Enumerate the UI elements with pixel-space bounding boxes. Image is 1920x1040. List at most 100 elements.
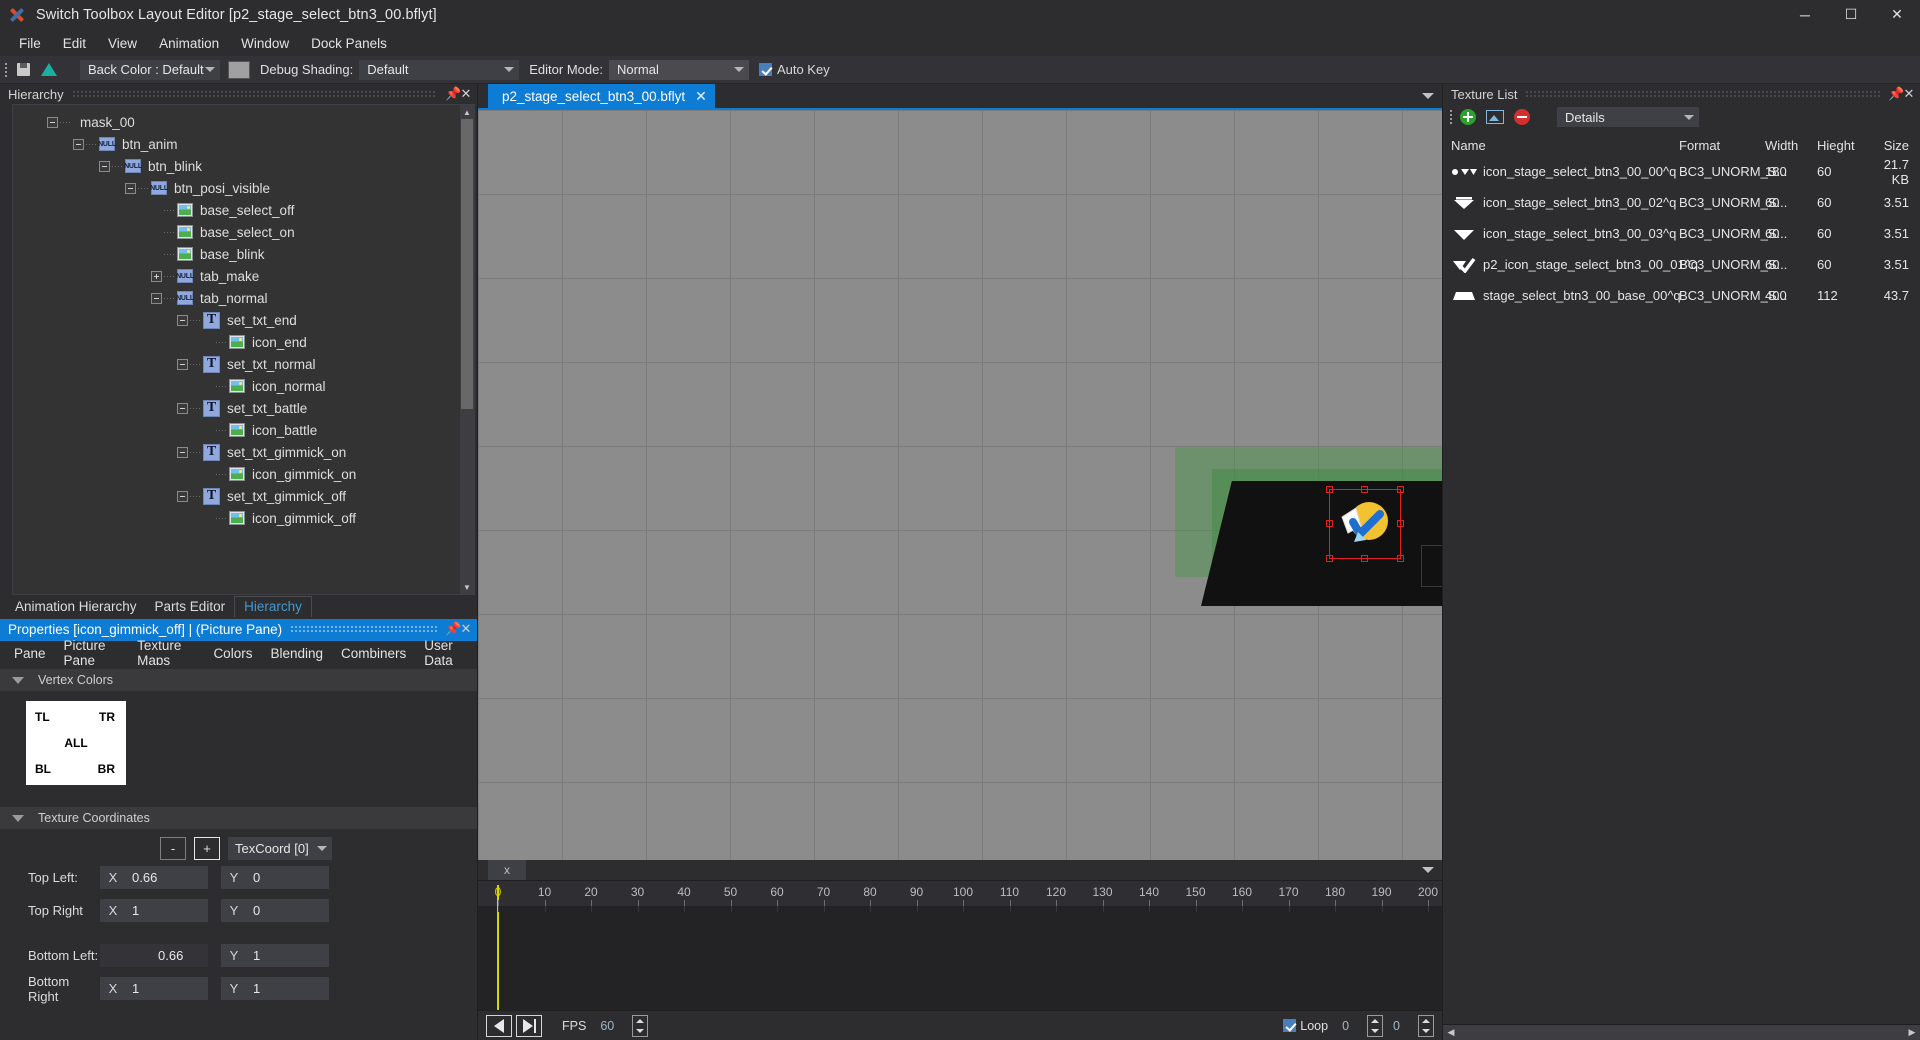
texcoord-remove-button[interactable]: - [160,837,186,860]
scroll-down-icon[interactable]: ▼ [460,580,474,594]
texcoord-x-field[interactable]: X0.66 [100,866,208,889]
column-size[interactable]: Size [1867,138,1915,153]
remove-texture-icon[interactable] [1514,109,1530,125]
resize-handle-ne[interactable] [1397,486,1404,493]
texture-row[interactable]: icon_stage_select_btn3_00_03^qBC3_UNORM_… [1443,218,1920,249]
tree-node-icon_normal[interactable]: icon_normal [13,375,474,397]
tree-node-set_txt_battle[interactable]: Tset_txt_battle [13,397,474,419]
texture-row[interactable]: icon_stage_select_btn3_00_00^qBC3_UNORM_… [1443,156,1920,187]
back-color-swatch[interactable] [228,61,250,79]
column-format[interactable]: Format [1671,138,1757,153]
tree-node-icon_gimmick_on[interactable]: icon_gimmick_on [13,463,474,485]
auto-key-checkbox[interactable]: Auto Key [759,62,830,77]
timeline-ruler[interactable]: 0102030405060708090100110120130140150160… [478,880,1442,906]
hierarchy-scrollbar[interactable]: ▲ ▼ [460,105,474,594]
save-icon[interactable] [12,59,34,81]
layout-viewport[interactable] [478,108,1442,860]
tree-node-btn_posi_visible[interactable]: NULLbtn_posi_visible [13,177,474,199]
tree-node-btn_blink[interactable]: NULLbtn_blink [13,155,474,177]
texcoord-add-button[interactable]: + [194,837,220,860]
collapse-icon[interactable] [99,161,110,172]
back-color-dropdown[interactable]: Back Color : Default [80,60,220,80]
expand-icon[interactable] [151,271,162,282]
pin-shape-icon[interactable] [38,59,60,81]
scroll-up-icon[interactable]: ▲ [460,105,474,119]
menu-file[interactable]: File [8,32,52,55]
texture-row[interactable]: p2_icon_stage_select_btn3_00_01^qBC3_UNO… [1443,249,1920,280]
ptab-colors[interactable]: Colors [204,643,261,664]
close-icon[interactable]: ✕ [1902,86,1916,102]
ptab-blending[interactable]: Blending [261,643,332,664]
texcoord-x-field[interactable]: 0.66 [100,944,208,967]
tree-node-mask_00[interactable]: mask_00 [13,111,474,133]
resize-handle-s[interactable] [1361,555,1368,562]
toolbar-grip[interactable] [1447,107,1455,127]
vertex-color-tl[interactable]: TL [35,710,50,724]
minimize-button[interactable]: ─ [1782,0,1828,30]
loop-start-spinner[interactable] [1367,1015,1383,1037]
collapse-icon[interactable] [177,403,188,414]
tree-node-set_txt_end[interactable]: Tset_txt_end [13,309,474,331]
texcoord-y-field[interactable]: Y1 [221,944,329,967]
texture-row[interactable]: stage_select_btn3_00_base_00^qBC3_UNORM_… [1443,280,1920,311]
column-name[interactable]: Name [1443,138,1671,153]
menu-dock-panels[interactable]: Dock Panels [300,32,398,55]
collapse-icon[interactable] [177,315,188,326]
texcoord-x-field[interactable]: X1 [100,977,208,1000]
menu-animation[interactable]: Animation [148,32,230,55]
vertex-color-all[interactable]: ALL [64,736,87,750]
loop-start-value[interactable]: 0 [1342,1019,1349,1033]
texcoord-y-field[interactable]: Y1 [221,977,329,1000]
resize-handle-sw[interactable] [1326,555,1333,562]
column-width[interactable]: Width [1757,138,1809,153]
texture-coordinates-section-header[interactable]: Texture Coordinates [0,807,477,829]
collapse-icon[interactable] [151,293,162,304]
fps-spinner[interactable] [632,1015,648,1037]
pin-icon[interactable]: 📌 [445,86,459,102]
texture-row[interactable]: icon_stage_select_btn3_00_02^qBC3_UNORM_… [1443,187,1920,218]
fps-value[interactable]: 60 [600,1019,614,1033]
vertex-colors-grid[interactable]: TL TR ALL BL BR [26,701,126,785]
tree-node-icon_end[interactable]: icon_end [13,331,474,353]
debug-shading-dropdown[interactable]: Default [359,60,519,80]
tree-node-set_txt_gimmick_on[interactable]: Tset_txt_gimmick_on [13,441,474,463]
loop-end-spinner[interactable] [1418,1015,1434,1037]
menu-view[interactable]: View [97,32,148,55]
tree-node-btn_anim[interactable]: NULLbtn_anim [13,133,474,155]
scroll-track[interactable] [1459,1025,1904,1040]
texture-list-hscrollbar[interactable]: ◀ ▶ [1443,1024,1920,1040]
vertex-color-br[interactable]: BR [98,762,115,776]
tree-node-tab_make[interactable]: NULLtab_make [13,265,474,287]
vertex-colors-section-header[interactable]: Vertex Colors [0,669,477,691]
tree-node-icon_gimmick_off[interactable]: icon_gimmick_off [13,507,474,529]
prev-frame-button[interactable] [486,1015,512,1037]
tab-parts-editor[interactable]: Parts Editor [146,597,235,617]
replace-texture-icon[interactable] [1486,110,1504,124]
close-icon[interactable]: ✕ [459,86,473,102]
toolbar-grip[interactable] [2,60,10,80]
close-button[interactable]: ✕ [1874,0,1920,30]
tree-node-set_txt_normal[interactable]: Tset_txt_normal [13,353,474,375]
resize-handle-se[interactable] [1397,555,1404,562]
selection-box[interactable] [1329,489,1401,559]
resize-handle-n[interactable] [1361,486,1368,493]
resize-handle-nw[interactable] [1326,486,1333,493]
maximize-button[interactable]: ☐ [1828,0,1874,30]
chevron-down-icon[interactable] [1422,867,1434,873]
timeline-tab[interactable]: x [488,860,526,880]
texcoord-y-field[interactable]: Y0 [221,899,329,922]
tree-node-set_txt_gimmick_off[interactable]: Tset_txt_gimmick_off [13,485,474,507]
collapse-icon[interactable] [125,183,136,194]
hierarchy-tree[interactable]: mask_00NULLbtn_animNULLbtn_blinkNULLbtn_… [12,104,475,595]
next-frame-button[interactable] [516,1015,542,1037]
tree-node-tab_normal[interactable]: NULLtab_normal [13,287,474,309]
ptab-pane[interactable]: Pane [5,643,55,664]
collapse-icon[interactable] [47,117,58,128]
collapse-icon[interactable] [177,447,188,458]
scroll-right-icon[interactable]: ▶ [1904,1027,1920,1038]
tree-node-base_select_on[interactable]: base_select_on [13,221,474,243]
resize-handle-w[interactable] [1326,520,1333,527]
tab-hierarchy[interactable]: Hierarchy [234,596,312,617]
vertex-color-bl[interactable]: BL [35,762,51,776]
column-height[interactable]: Hieght [1809,138,1867,153]
